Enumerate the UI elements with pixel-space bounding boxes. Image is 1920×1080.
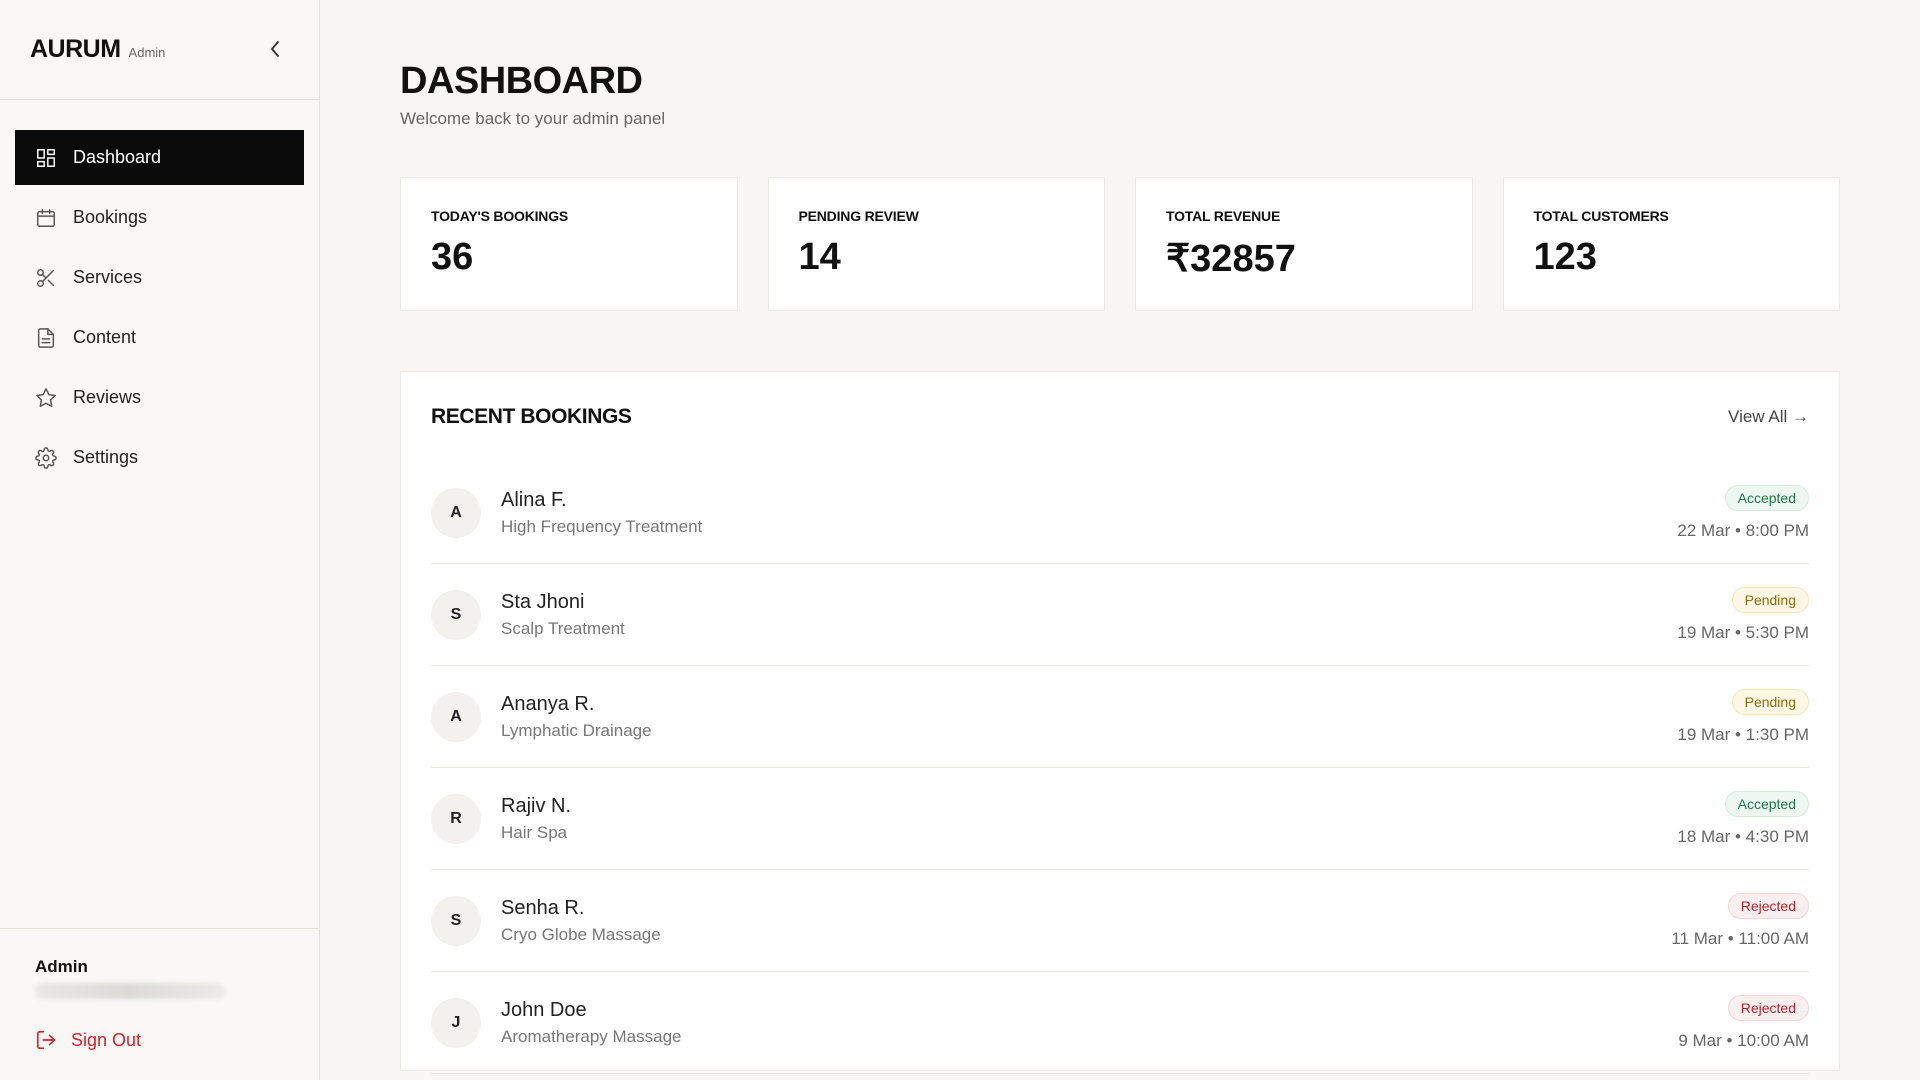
sidebar-item-label: Dashboard (73, 147, 162, 167)
stat-label: TODAY'S BOOKINGS (431, 208, 569, 224)
service-name: Hair Spa (501, 822, 568, 842)
booking-row[interactable]: A Ananya R. Lymphatic Drainage Pending 1… (431, 666, 1809, 768)
sidebar-item-label: Reviews (73, 387, 142, 407)
booking-datetime: 18 Mar • 4:30 PM (1677, 826, 1809, 846)
customer-name: Sta Jhoni (501, 590, 585, 613)
avatar: S (431, 589, 481, 640)
booking-datetime: 9 Mar • 10:00 AM (1678, 1030, 1809, 1050)
status-badge: Rejected (1727, 994, 1809, 1021)
status-badge: Pending (1731, 586, 1809, 613)
stat-value: 123 (1533, 236, 1597, 278)
sidebar-item-dashboard[interactable]: Dashboard (15, 130, 304, 185)
sign-out-icon (36, 1030, 56, 1050)
stats-row: TODAY'S BOOKINGS 36 PENDING REVIEW 14 TO… (400, 177, 1840, 311)
status-badge: Accepted (1724, 790, 1809, 817)
stat-value: 36 (431, 236, 474, 278)
sidebar-item-reviews[interactable]: Reviews (15, 370, 304, 425)
sidebar-item-label: Services (73, 267, 143, 287)
service-name: Scalp Treatment (501, 618, 625, 638)
star-icon (35, 387, 57, 409)
collapse-sidebar-button[interactable] (265, 38, 285, 60)
admin-email-redacted (35, 983, 225, 999)
brand-logo: AURUM (30, 35, 121, 63)
sidebar-item-bookings[interactable]: Bookings (15, 190, 304, 245)
sign-out-button[interactable]: Sign Out (35, 1029, 284, 1051)
service-name: Cryo Globe Massage (501, 924, 661, 944)
sidebar-item-services[interactable]: Services (15, 250, 304, 305)
document-icon (35, 327, 57, 349)
sidebar-item-label: Content (73, 327, 137, 347)
scissors-icon (35, 267, 57, 289)
page-title: DASHBOARD (400, 60, 643, 102)
stat-card-total-customers: TOTAL CUSTOMERS 123 (1502, 177, 1840, 311)
sidebar-item-settings[interactable]: Settings (15, 430, 304, 485)
panel-header: RECENT BOOKINGS View All → (431, 372, 1809, 462)
avatar: A (431, 691, 481, 742)
status-badge: Rejected (1727, 892, 1809, 919)
avatar: R (431, 793, 481, 844)
stat-value: 14 (798, 236, 841, 278)
main-content: DASHBOARD Welcome back to your admin pan… (400, 0, 1840, 1074)
stat-card-total-revenue: TOTAL REVENUE ₹32857 (1135, 177, 1473, 311)
brand-subtitle: Admin (128, 45, 166, 60)
dashboard-grid-icon (35, 147, 57, 169)
stat-card-todays-bookings: TODAY'S BOOKINGS 36 (400, 177, 738, 311)
booking-datetime: 19 Mar • 1:30 PM (1677, 724, 1809, 744)
avatar: J (431, 997, 481, 1048)
customer-name: John Doe (501, 998, 587, 1021)
avatar: S (431, 895, 481, 946)
admin-name: Admin (35, 957, 88, 976)
service-name: Lymphatic Drainage (501, 720, 652, 740)
sidebar-nav: Dashboard Bookings Services Content Revi… (0, 100, 319, 485)
gear-icon (35, 446, 57, 469)
booking-row[interactable]: R Rajiv N. Hair Spa Accepted 18 Mar • 4:… (431, 768, 1809, 870)
booking-row[interactable]: S Sta Jhoni Scalp Treatment Pending 19 M… (431, 564, 1809, 666)
sidebar-item-label: Bookings (73, 207, 148, 227)
booking-datetime: 11 Mar • 11:00 AM (1671, 928, 1809, 948)
calendar-icon (35, 207, 57, 229)
booking-row[interactable]: J John Doe Aromatherapy Massage Rejected… (431, 972, 1809, 1074)
service-name: Aromatherapy Massage (501, 1026, 682, 1046)
recent-bookings-panel: RECENT BOOKINGS View All → A Alina F. Hi… (400, 371, 1840, 1074)
stat-label: TOTAL CUSTOMERS (1533, 208, 1669, 224)
customer-name: Rajiv N. (501, 794, 572, 817)
sidebar-item-content[interactable]: Content (15, 310, 304, 365)
avatar: A (431, 487, 481, 538)
brand-header: AURUM Admin (0, 0, 319, 100)
stat-value: ₹32857 (1166, 238, 1296, 280)
customer-name: Ananya R. (501, 692, 595, 715)
view-all-link[interactable]: View All → (1728, 407, 1809, 427)
customer-name: Senha R. (501, 896, 585, 919)
booking-row[interactable]: S Senha R. Cryo Globe Massage Rejected 1… (431, 870, 1809, 972)
stat-label: TOTAL REVENUE (1166, 208, 1281, 224)
chevron-left-icon (271, 41, 279, 57)
page-subtitle: Welcome back to your admin panel (400, 109, 666, 128)
sidebar-item-label: Settings (73, 447, 139, 467)
stat-card-pending-review: PENDING REVIEW 14 (767, 177, 1105, 311)
status-badge: Pending (1731, 688, 1809, 715)
stat-label: PENDING REVIEW (798, 208, 919, 224)
sidebar-footer: Admin Sign Out (0, 928, 319, 1080)
booking-datetime: 22 Mar • 8:00 PM (1677, 520, 1809, 540)
customer-name: Alina F. (501, 488, 567, 511)
status-badge: Accepted (1724, 484, 1809, 511)
sign-out-label: Sign Out (71, 1029, 142, 1050)
service-name: High Frequency Treatment (501, 516, 703, 536)
sidebar: AURUM Admin Dashboard Bookings Services (0, 0, 320, 1080)
booking-row[interactable]: A Alina F. High Frequency Treatment Acce… (431, 462, 1809, 564)
recent-bookings-title: RECENT BOOKINGS (431, 405, 632, 428)
booking-datetime: 19 Mar • 5:30 PM (1677, 622, 1809, 642)
